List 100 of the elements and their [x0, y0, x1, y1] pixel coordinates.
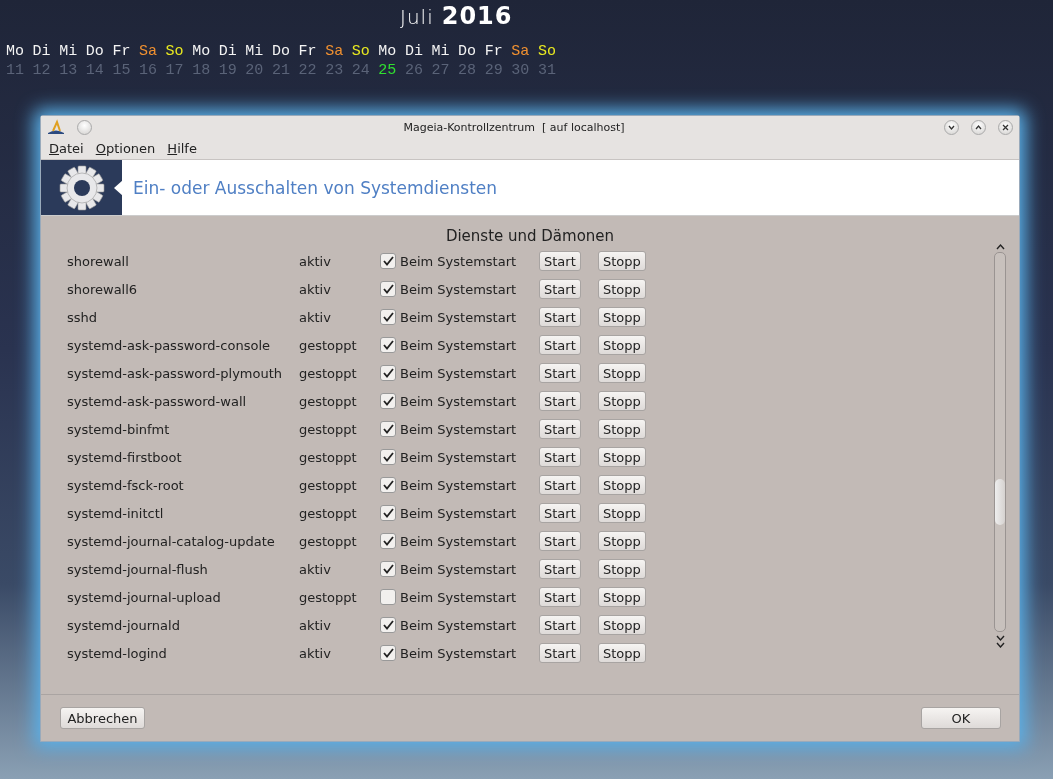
date-label: 12 — [32, 61, 52, 80]
boot-checkbox[interactable] — [380, 645, 396, 661]
date-label: 20 — [245, 61, 265, 80]
boot-checkbox[interactable] — [380, 561, 396, 577]
start-button[interactable]: Start — [539, 587, 581, 607]
ok-button[interactable]: OK — [921, 707, 1001, 729]
weekday-label: Do — [458, 42, 478, 61]
stop-button[interactable]: Stopp — [598, 475, 646, 495]
weekday-label: Di — [32, 42, 52, 61]
boot-checkbox[interactable] — [380, 477, 396, 493]
stop-button[interactable]: Stopp — [598, 587, 646, 607]
stop-button[interactable]: Stopp — [598, 559, 646, 579]
checkbox-label: Beim Systemstart — [400, 645, 517, 661]
service-name: systemd-logind — [67, 645, 168, 661]
weekday-label: Sa — [138, 42, 158, 61]
boot-checkbox[interactable] — [380, 281, 396, 297]
stop-button[interactable]: Stopp — [598, 279, 646, 299]
stop-button[interactable]: Stopp — [598, 363, 646, 383]
boot-checkbox[interactable] — [380, 393, 396, 409]
weekday-label: Mi — [431, 42, 451, 61]
check-icon — [382, 620, 394, 630]
start-button[interactable]: Start — [539, 531, 581, 551]
start-button[interactable]: Start — [539, 643, 581, 663]
minimize-button[interactable] — [944, 119, 959, 135]
start-button[interactable]: Start — [539, 503, 581, 523]
service-name: systemd-journal-flush — [67, 561, 209, 577]
close-icon — [1001, 122, 1010, 132]
checkbox-label: Beim Systemstart — [400, 309, 517, 325]
boot-checkbox[interactable] — [380, 309, 396, 325]
boot-checkbox[interactable] — [380, 365, 396, 381]
check-icon — [382, 536, 394, 546]
date-label: 24 — [351, 61, 371, 80]
scrollbar-thumb[interactable] — [995, 479, 1005, 525]
boot-checkbox[interactable] — [380, 533, 396, 549]
check-icon — [382, 256, 394, 266]
weekday-label: Di — [404, 42, 424, 61]
stop-button[interactable]: Stopp — [598, 615, 646, 635]
check-icon — [382, 312, 394, 322]
date-label: 27 — [431, 61, 451, 80]
service-status: aktiv — [299, 561, 332, 577]
checkbox-label: Beim Systemstart — [400, 365, 517, 381]
boot-checkbox[interactable] — [380, 589, 396, 605]
service-status: gestoppt — [299, 589, 358, 605]
service-name: systemd-fsck-root — [67, 477, 185, 493]
stop-button[interactable]: Stopp — [598, 447, 646, 467]
service-name: systemd-journald — [67, 617, 181, 633]
start-button[interactable]: Start — [539, 475, 581, 495]
boot-checkbox[interactable] — [380, 421, 396, 437]
menu-item[interactable]: Hilfe — [163, 141, 201, 156]
year-label: 2016 — [441, 2, 513, 30]
maximize-button[interactable] — [971, 119, 986, 135]
date-label: 22 — [298, 61, 318, 80]
boot-checkbox[interactable] — [380, 505, 396, 521]
close-button[interactable] — [998, 119, 1013, 135]
service-status: gestoppt — [299, 365, 358, 381]
start-button[interactable]: Start — [539, 391, 581, 411]
month-label: Juli — [400, 5, 434, 29]
start-button[interactable]: Start — [539, 307, 581, 327]
checkbox-label: Beim Systemstart — [400, 617, 517, 633]
check-icon — [382, 396, 394, 406]
boot-checkbox[interactable] — [380, 617, 396, 633]
service-name: shorewall6 — [67, 281, 139, 297]
scroll-down-icon[interactable] — [995, 634, 1005, 648]
gear-icon — [58, 164, 105, 211]
boot-checkbox[interactable] — [380, 449, 396, 465]
service-status: aktiv — [299, 281, 332, 297]
checkbox-label: Beim Systemstart — [400, 281, 517, 297]
start-button[interactable]: Start — [539, 279, 581, 299]
stop-button[interactable]: Stopp — [598, 251, 646, 271]
start-button[interactable]: Start — [539, 447, 581, 467]
stop-button[interactable]: Stopp — [598, 643, 646, 663]
stop-button[interactable]: Stopp — [598, 419, 646, 439]
start-button[interactable]: Start — [539, 559, 581, 579]
start-button[interactable]: Start — [539, 251, 581, 271]
stop-button[interactable]: Stopp — [598, 391, 646, 411]
start-button[interactable]: Start — [539, 615, 581, 635]
service-name: sshd — [67, 309, 99, 325]
service-status: gestoppt — [299, 477, 358, 493]
stop-button[interactable]: Stopp — [598, 531, 646, 551]
boot-checkbox[interactable] — [380, 337, 396, 353]
start-button[interactable]: Start — [539, 419, 581, 439]
stop-button[interactable]: Stopp — [598, 503, 646, 523]
check-icon — [382, 452, 394, 462]
menu-item[interactable]: Datei — [45, 141, 88, 156]
weekday-label: Sa — [325, 42, 345, 61]
weekday-label: Fr — [298, 42, 318, 61]
menu-item[interactable]: Optionen — [91, 141, 160, 156]
date-label: 26 — [404, 61, 424, 80]
weekday-label: Mo — [192, 42, 212, 61]
date-label: 21 — [271, 61, 291, 80]
scroll-up-icon[interactable] — [995, 243, 1005, 250]
check-icon — [382, 368, 394, 378]
weekday-label: Mi — [59, 42, 79, 61]
start-button[interactable]: Start — [539, 363, 581, 383]
stop-button[interactable]: Stopp — [598, 307, 646, 327]
stop-button[interactable]: Stopp — [598, 335, 646, 355]
start-button[interactable]: Start — [539, 335, 581, 355]
cancel-button[interactable]: Abbrechen — [60, 707, 145, 729]
checkbox-label: Beim Systemstart — [400, 477, 517, 493]
boot-checkbox[interactable] — [380, 253, 396, 269]
